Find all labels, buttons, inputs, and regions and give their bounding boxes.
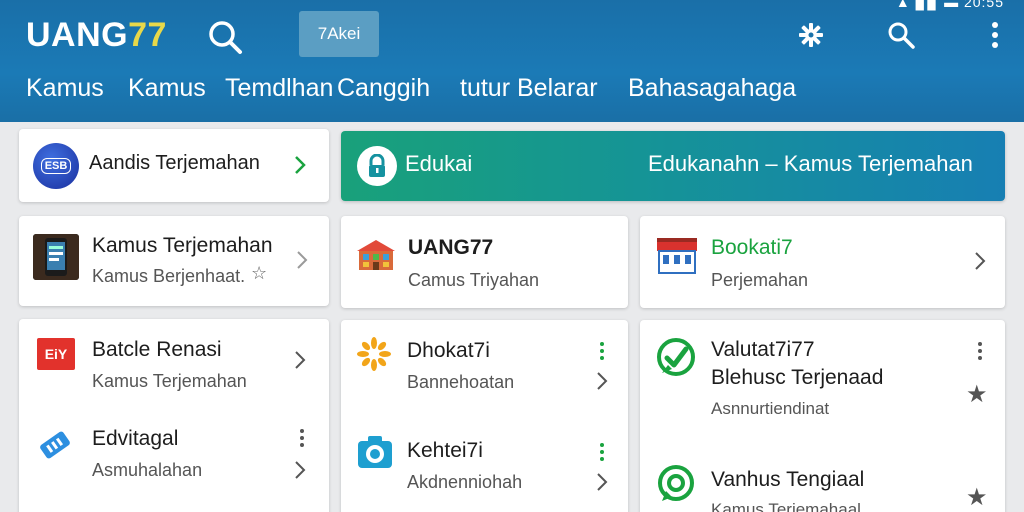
app-header: ▲ ▊▊ ▬ 20:55 UANG77 7Akei Kamus Kamus Te… [0,0,1024,122]
more-options-icon[interactable] [599,340,605,362]
nav-item-bahasagahaga[interactable]: Bahasagahaga [628,74,796,103]
chevron-right-icon[interactable] [293,459,307,481]
store-building-icon [657,238,697,274]
card-column-2: Dhokat7i Bannehoatan Kehtei7i Akdnennioh… [341,320,628,512]
globe-icon: ESB [33,143,79,189]
chevron-right-icon[interactable] [293,349,307,371]
star-icon[interactable]: ☆ [251,263,267,284]
more-options-icon[interactable] [977,340,983,362]
star-icon[interactable]: ★ [966,483,988,512]
school-building-icon [357,240,395,270]
list-item-title[interactable]: Vanhus Tengiaal [711,468,864,492]
list-item-subtitle: Bannehoatan [407,372,515,392]
logo-accent: 77 [128,16,167,54]
check-badge-icon [657,338,695,376]
search-icon-right[interactable] [884,18,918,52]
card-title: Bookati7 [711,236,793,259]
chevron-right-icon [295,156,306,174]
top-card-aandis[interactable]: ESB Aandis Terjemahan [19,129,329,202]
more-options-icon[interactable] [599,441,605,463]
more-menu-icon[interactable] [978,18,1012,52]
list-item-title-line2: Blehusc Terjenaad [711,366,884,389]
list-item-subtitle: Asnnurtiendinat [711,399,830,418]
list-item-subtitle: Asmuhalahan [92,460,203,480]
search-chip[interactable]: 7Akei [299,11,379,57]
list-item-title[interactable]: Kehtei7i [407,439,483,463]
list-item-title[interactable]: Edvitagal [92,427,178,451]
status-bar: ▲ ▊▊ ▬ 20:55 [895,0,1004,10]
list-item-subtitle: Kamus Terjemahaal [711,500,861,512]
card-title: Kamus Terjemahan [92,234,273,257]
nav-item-belarar[interactable]: Belarar [517,74,598,103]
list-item-subtitle: Akdnenniohah [407,472,523,492]
at-sign-icon [658,465,694,501]
logo-main: UANG [26,16,129,54]
list-item-subtitle: Kamus Terjemahan [92,371,247,391]
nav-tabs: Kamus Kamus Temdlhan Canggih tutur Belar… [0,74,1024,110]
card-subtitle: Perjemahan [711,270,809,290]
search-icon[interactable] [206,18,246,58]
tv-badge-icon: EiY [37,338,75,370]
globe-icon-label: ESB [40,158,72,174]
card-subtitle: Kamus Berjenhaat. [92,266,246,286]
card-bookati7[interactable]: Bookati7 Perjemahan [640,216,1005,308]
chevron-right-icon[interactable] [595,370,609,392]
phone-thumbnail-icon [33,234,79,280]
banner-edukai[interactable]: Edukai Edukanahn – Kamus Terjemahan [341,131,1005,201]
sun-flower-icon [357,337,391,371]
card-column-3: Valutat7i77 Blehusc Terjenaad Asnnurtien… [640,320,1005,512]
chevron-right-icon [297,251,308,269]
list-item-title[interactable]: Dhokat7i [407,339,490,363]
camera-icon [358,436,392,468]
card-subtitle: Camus Triyahan [408,270,540,290]
nav-item-temdlhan[interactable]: Temdlhan [225,74,333,103]
banner-left-text: Edukai [405,151,473,176]
list-item-title[interactable]: Valutat7i77 [711,338,815,362]
nav-item-kamus-2[interactable]: Kamus [128,74,206,103]
nav-item-kamus[interactable]: Kamus [26,74,104,103]
list-item-title[interactable]: Batcle Renasi [92,338,222,362]
card-column-1: EiY Batcle Renasi Kamus Terjemahan Edvit… [19,319,329,512]
tv-badge-label: EiY [44,346,68,362]
star-icon[interactable]: ★ [966,380,988,409]
more-options-icon[interactable] [299,427,305,449]
ticket-icon [40,431,70,459]
nav-item-canggih[interactable]: Canggih [337,74,430,103]
card-title: UANG77 [408,236,494,259]
chevron-right-icon [975,252,986,270]
card-uang77[interactable]: UANG77 Camus Triyahan [341,216,628,308]
card-kamus-terjemahan[interactable]: Kamus Terjemahan Kamus Berjenhaat. ☆ [19,216,329,306]
settings-icon[interactable] [794,18,828,52]
top-card-title: Aandis Terjemahan [89,152,260,174]
chevron-right-icon[interactable] [595,471,609,493]
banner-right-text: Edukanahn – Kamus Terjemahan [648,151,973,176]
nav-item-tutur[interactable]: tutur [460,74,510,103]
app-logo[interactable]: UANG77 [26,16,167,55]
lock-icon [357,146,397,186]
